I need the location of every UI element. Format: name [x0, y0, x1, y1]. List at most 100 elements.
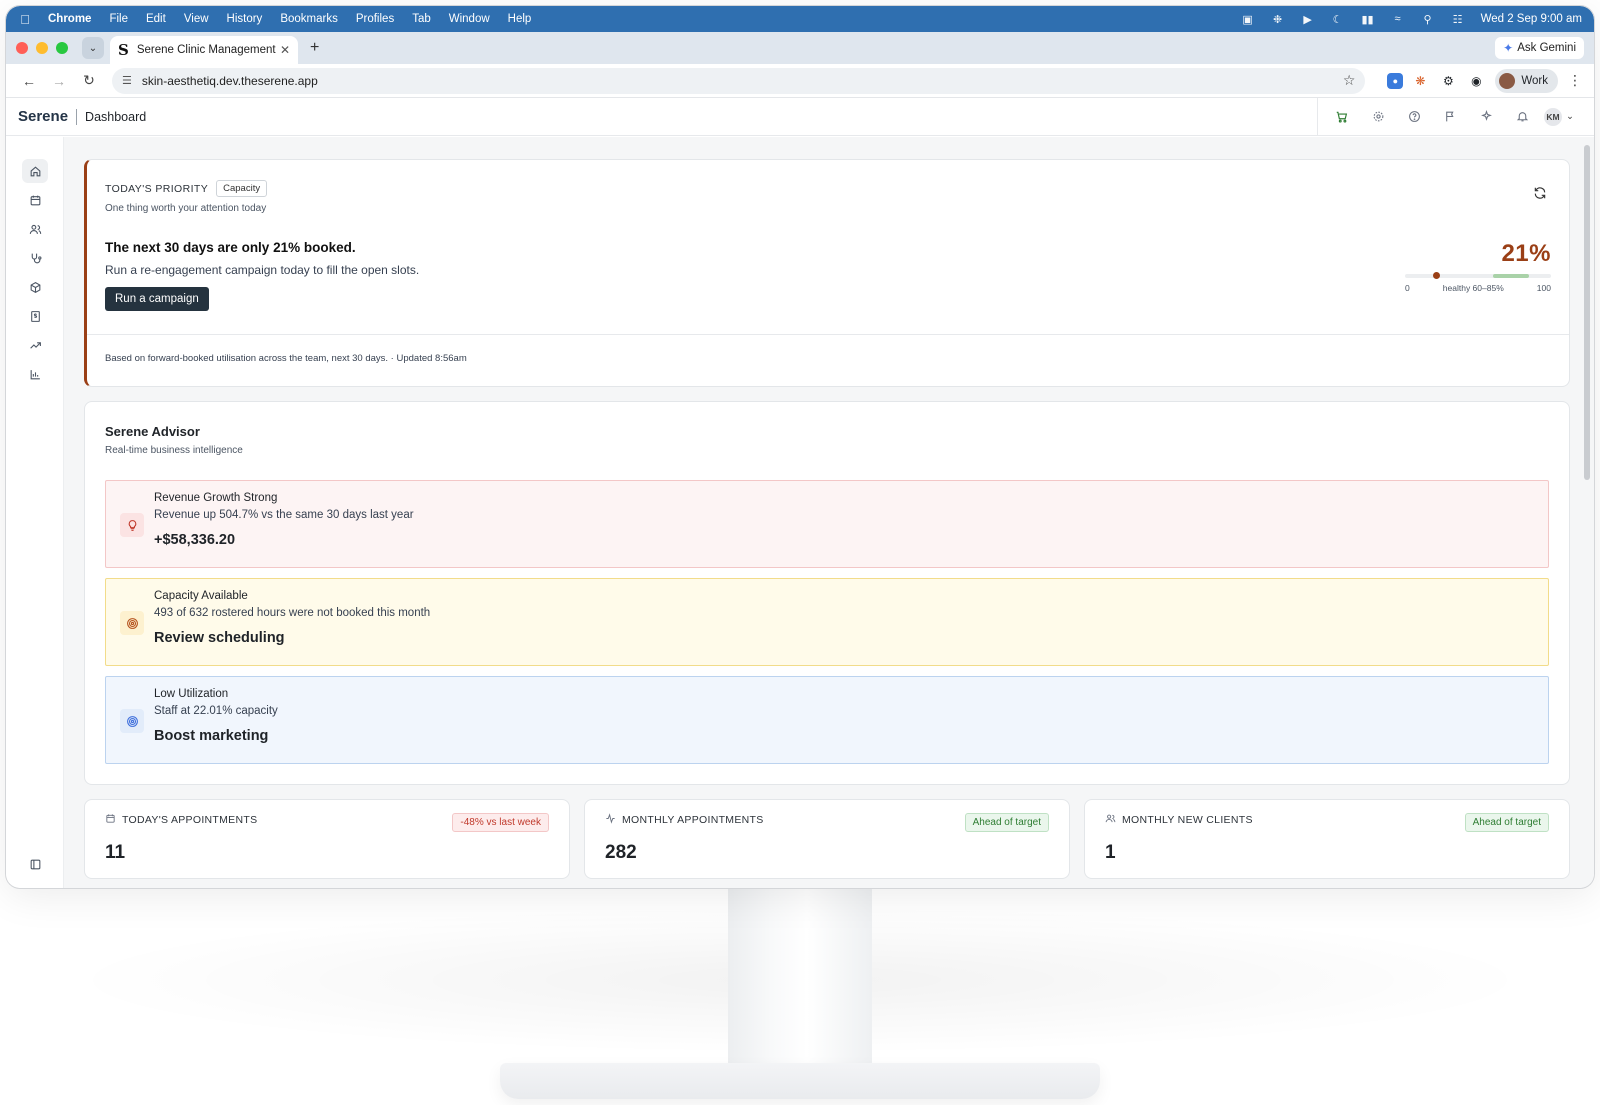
- insight-revenue-growth[interactable]: Revenue Growth Strong Revenue up 504.7% …: [105, 480, 1549, 568]
- stat-value: 11: [105, 842, 126, 863]
- bookmark-star-icon[interactable]: ☆: [1343, 72, 1356, 89]
- screen-record-icon[interactable]: ▣: [1241, 13, 1255, 26]
- stat-badge: Ahead of target: [1464, 813, 1549, 832]
- address-bar[interactable]: ☰ skin-aesthetiq.dev.theserene.app ☆: [112, 67, 1366, 94]
- stat-cards-row: TODAY'S APPOINTMENTS 11 -48% vs last wee…: [84, 799, 1570, 879]
- reload-icon[interactable]: ↻: [78, 70, 100, 92]
- lightbulb-icon: [120, 513, 144, 537]
- macos-menu-bar:  Chrome File Edit View History Bookmark…: [6, 6, 1594, 32]
- bar-chart-icon: [30, 369, 40, 379]
- battery-icon[interactable]: ▮▮: [1361, 13, 1375, 26]
- insight-detail: 493 of 632 rostered hours were not booke…: [154, 607, 431, 619]
- gauge-max-label: 100: [1536, 283, 1551, 293]
- sidebar-toggle-icon[interactable]: [22, 852, 48, 876]
- lens-icon[interactable]: ◉: [1465, 70, 1487, 92]
- refresh-icon[interactable]: [1533, 186, 1547, 204]
- browser-tab-active[interactable]: S Serene Clinic Management ✕: [110, 36, 298, 64]
- zoom-window-button[interactable]: [56, 42, 68, 54]
- back-arrow-icon[interactable]: ←: [18, 70, 40, 92]
- insight-low-utilization[interactable]: Low Utilization Staff at 22.01% capacity…: [105, 676, 1549, 764]
- tab-search-chevron-down-icon[interactable]: ⌄: [82, 37, 104, 59]
- menu-edit[interactable]: Edit: [146, 13, 166, 25]
- insight-capacity-available[interactable]: Capacity Available 493 of 632 rostered h…: [105, 578, 1549, 666]
- menu-bar-clock[interactable]: Wed 2 Sep 9:00 am: [1481, 13, 1582, 25]
- chevron-down-icon: ⌄: [1566, 111, 1574, 122]
- browser-toolbar: ← → ↻ ☰ skin-aesthetiq.dev.theserene.app…: [6, 64, 1594, 98]
- booking-percentage: 21%: [1501, 240, 1551, 267]
- advisor-title: Serene Advisor: [105, 424, 200, 439]
- stat-monthly-appointments[interactable]: MONTHLY APPOINTMENTS 282 Ahead of target: [584, 799, 1070, 879]
- menu-profiles[interactable]: Profiles: [356, 13, 394, 25]
- priority-footnote: Based on forward-booked utilisation acro…: [105, 353, 467, 364]
- stat-todays-appointments[interactable]: TODAY'S APPOINTMENTS 11 -48% vs last wee…: [84, 799, 570, 879]
- gauge-healthy-band: [1492, 274, 1530, 278]
- insight-title: Low Utilization: [154, 688, 229, 700]
- stat-monthly-new-clients[interactable]: MONTHLY NEW CLIENTS 1 Ahead of target: [1084, 799, 1570, 879]
- help-icon[interactable]: [1396, 98, 1432, 136]
- app-logo[interactable]: Serene: [18, 108, 68, 125]
- insight-value: Review scheduling: [154, 630, 285, 646]
- site-settings-icon[interactable]: ☰: [122, 74, 132, 87]
- control-center-icon[interactable]: ☷: [1451, 13, 1465, 26]
- sidebar-item-clients[interactable]: [22, 217, 48, 241]
- page-scrollbar[interactable]: [1584, 145, 1590, 480]
- forward-arrow-icon[interactable]: →: [48, 70, 70, 92]
- menu-window[interactable]: Window: [449, 13, 490, 25]
- sidebar-item-trends[interactable]: [22, 333, 48, 357]
- settings-gear-icon[interactable]: [1360, 98, 1396, 136]
- moon-icon[interactable]: ☾: [1331, 13, 1345, 26]
- new-tab-plus-icon[interactable]: +: [310, 39, 319, 57]
- browser-menu-icon[interactable]: ⋮: [1568, 72, 1582, 89]
- extensions-puzzle-icon[interactable]: ⚙: [1437, 70, 1459, 92]
- breadcrumb: Dashboard: [85, 109, 147, 124]
- stat-badge: -48% vs last week: [452, 813, 549, 832]
- sidebar-item-reports[interactable]: [22, 362, 48, 386]
- sidebar-item-inventory[interactable]: [22, 275, 48, 299]
- extension-orange-icon[interactable]: ❋: [1409, 70, 1431, 92]
- priority-body: Run a re-engagement campaign today to fi…: [105, 263, 420, 277]
- menu-view[interactable]: View: [184, 13, 209, 25]
- close-tab-icon[interactable]: ✕: [280, 43, 290, 57]
- stat-label: MONTHLY APPOINTMENTS: [622, 814, 764, 826]
- menu-file[interactable]: File: [109, 13, 128, 25]
- menu-tab[interactable]: Tab: [412, 13, 431, 25]
- address-bar-url[interactable]: skin-aesthetiq.dev.theserene.app: [142, 74, 318, 88]
- profile-chip[interactable]: Work: [1495, 68, 1558, 93]
- sidebar-item-billing[interactable]: [22, 304, 48, 328]
- user-menu[interactable]: KM ⌄: [1544, 107, 1574, 126]
- sparkles-icon[interactable]: [1468, 98, 1504, 136]
- calendar-icon: [105, 813, 116, 827]
- sparkle-icon[interactable]: ❉: [1271, 13, 1285, 26]
- close-window-button[interactable]: [16, 42, 28, 54]
- sidebar-item-calendar[interactable]: [22, 188, 48, 212]
- menu-history[interactable]: History: [227, 13, 263, 25]
- stethoscope-icon: [31, 253, 41, 263]
- sidebar-item-treatments[interactable]: [22, 246, 48, 270]
- flag-icon[interactable]: [1432, 98, 1468, 136]
- menu-chrome[interactable]: Chrome: [48, 13, 91, 25]
- gauge-scale: 0 healthy 60–85% 100: [1405, 283, 1551, 293]
- ask-gemini-button[interactable]: ✦ Ask Gemini: [1495, 37, 1584, 59]
- search-icon[interactable]: ⚲: [1421, 13, 1435, 26]
- wifi-icon[interactable]: ≈: [1391, 13, 1405, 25]
- menu-bookmarks[interactable]: Bookmarks: [280, 13, 338, 25]
- apple-icon[interactable]: : [18, 12, 32, 27]
- box-icon: [30, 281, 40, 293]
- gauge-track: [1405, 272, 1551, 279]
- menu-help[interactable]: Help: [508, 13, 532, 25]
- run-campaign-button[interactable]: Run a campaign: [105, 287, 209, 311]
- bell-icon[interactable]: [1504, 98, 1540, 136]
- play-icon[interactable]: ▶: [1301, 13, 1315, 26]
- insight-value: Boost marketing: [154, 728, 269, 744]
- sidebar-rail: [6, 137, 64, 888]
- users-icon: [29, 224, 41, 234]
- profile-label: Work: [1521, 74, 1548, 87]
- cart-icon[interactable]: [1324, 98, 1360, 136]
- minimize-window-button[interactable]: [36, 42, 48, 54]
- home-icon: [30, 165, 40, 176]
- header-tools: KM ⌄: [1317, 97, 1582, 136]
- sidebar-item-home[interactable]: [22, 159, 48, 183]
- extension-blue-icon[interactable]: ●: [1387, 72, 1404, 89]
- insight-value: +$58,336.20: [154, 532, 236, 548]
- serene-advisor-card: Serene Advisor Real-time business intell…: [84, 401, 1570, 785]
